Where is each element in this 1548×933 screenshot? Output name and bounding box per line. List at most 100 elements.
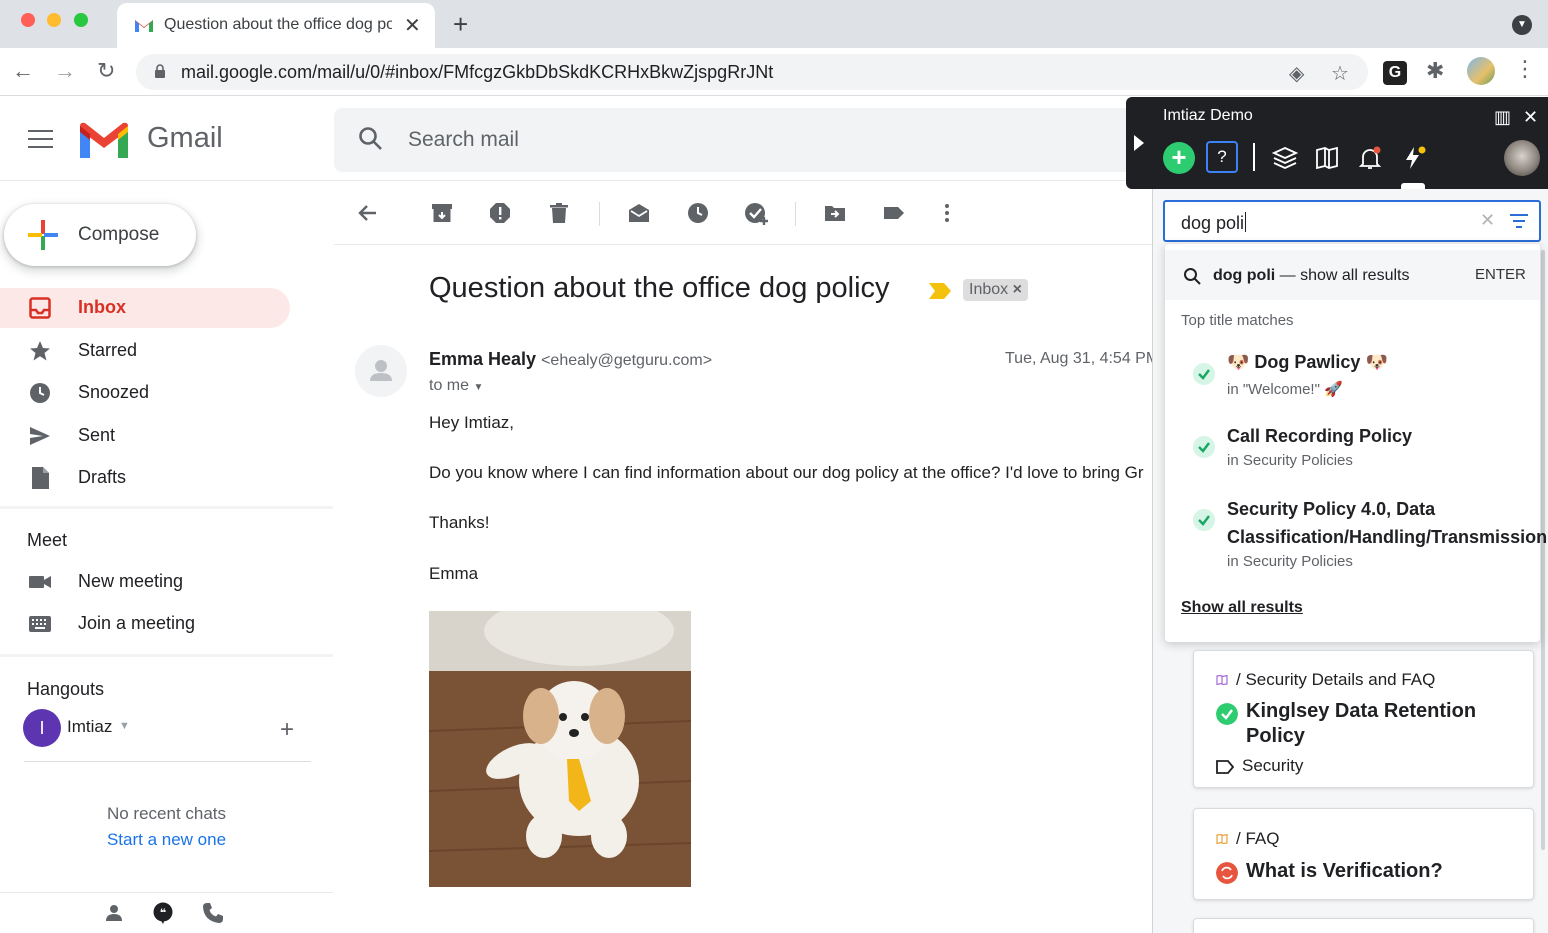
hangouts-heading: Hangouts <box>27 679 105 699</box>
profile-avatar[interactable] <box>1467 57 1495 85</box>
sidebar-item-sent[interactable]: Sent <box>0 416 290 456</box>
new-tab-button[interactable]: + <box>453 9 468 40</box>
tab-search-icon[interactable]: ▼ <box>1512 15 1532 35</box>
report-spam-icon[interactable] <box>488 201 512 225</box>
start-new-chat-link[interactable]: Start a new one <box>0 830 333 850</box>
card-title: What is Verification? <box>1246 860 1443 882</box>
help-button[interactable]: ? <box>1206 141 1238 173</box>
dog-photo-attachment[interactable] <box>429 611 691 887</box>
clear-search-icon[interactable]: ✕ <box>1480 210 1495 231</box>
omnibox[interactable]: mail.google.com/mail/u/0/#inbox/FMfcgzGk… <box>136 54 1368 90</box>
browser-tab[interactable]: Question about the office dog policy ✕ <box>117 3 435 48</box>
verified-check-icon <box>1216 703 1238 725</box>
sidebar-item-drafts[interactable]: Drafts <box>0 458 290 498</box>
collections-stack-icon[interactable] <box>1272 145 1298 171</box>
move-to-icon[interactable] <box>823 201 847 225</box>
knowledge-card[interactable]: / FAQ What is Verification? <box>1193 808 1534 900</box>
recipient-text: to me <box>429 377 470 394</box>
back-icon[interactable]: ← <box>12 58 34 84</box>
sidebar-item-label: Join a meeting <box>78 613 196 633</box>
dog-photo-image <box>429 611 691 887</box>
verified-check-icon <box>1193 436 1215 458</box>
lightning-suggestions-icon[interactable] <box>1400 145 1426 171</box>
verified-check-icon <box>1193 509 1215 531</box>
label-icon[interactable] <box>882 201 906 225</box>
email-body-line: Do you know where I can find information… <box>429 463 1144 482</box>
expand-arrow-icon[interactable] <box>1134 135 1144 151</box>
sidebar-item-join-meeting[interactable]: Join a meeting <box>0 604 290 644</box>
toolbar-separator <box>795 202 796 226</box>
remove-label-icon[interactable]: × <box>1013 281 1022 298</box>
minimize-window-button[interactable] <box>47 13 61 27</box>
back-to-inbox-icon[interactable] <box>356 201 380 225</box>
sidebar-item-starred[interactable]: Starred <box>0 331 290 371</box>
panel-scrollbar[interactable] <box>1541 250 1545 850</box>
knowledge-card[interactable] <box>1193 918 1534 933</box>
maximize-window-button[interactable] <box>74 13 88 27</box>
no-recent-chats-text: No recent chats <box>106 804 227 823</box>
add-to-tasks-icon[interactable] <box>744 201 768 225</box>
search-input[interactable]: Search mail <box>408 128 519 152</box>
sidebar-item-label: Inbox <box>78 297 126 317</box>
extensions-puzzle-icon[interactable]: ✱ <box>1426 58 1444 84</box>
url-text: mail.google.com/mail/u/0/#inbox/FMfcgzGk… <box>181 62 774 82</box>
sender-name[interactable]: Emma Healy <ehealy@getguru.com> <box>429 349 712 370</box>
search-mail-box[interactable]: Search mail <box>334 108 1134 172</box>
notifications-bell-icon[interactable] <box>1357 145 1383 171</box>
collection-book-icon <box>1216 834 1228 844</box>
main-menu-icon[interactable] <box>28 130 53 154</box>
show-all-results-row[interactable]: dog poli — show all results ENTER <box>1165 250 1540 300</box>
sidebar-item-snoozed[interactable]: Snoozed <box>0 373 290 413</box>
create-card-button[interactable]: + <box>1163 142 1195 174</box>
filter-icon[interactable] <box>1510 214 1528 232</box>
compose-button[interactable]: Compose <box>4 204 196 266</box>
chevron-down-icon[interactable]: ▼ <box>473 382 483 393</box>
keyboard-icon <box>29 616 51 632</box>
guru-search-input[interactable]: dog poli ✕ <box>1163 200 1541 242</box>
hangouts-user-avatar[interactable]: I <box>23 709 61 747</box>
inbox-label-chip[interactable]: Inbox × <box>963 279 1028 301</box>
result-title: 🐶 Dog Pawlicy 🐶 <box>1227 352 1388 372</box>
contacts-person-icon[interactable] <box>102 901 126 925</box>
more-options-icon[interactable] <box>935 201 959 225</box>
close-window-button[interactable] <box>21 13 35 27</box>
hangouts-quote-icon[interactable]: ❝ <box>151 901 175 925</box>
email-subject: Question about the office dog policy <box>429 272 890 304</box>
delete-icon[interactable] <box>547 201 571 225</box>
phone-icon[interactable] <box>201 901 225 925</box>
show-all-results-link[interactable]: Show all results <box>1181 599 1303 617</box>
reload-icon[interactable]: ↻ <box>97 58 115 84</box>
result-title-line: Classification/Handling/Transmission <box>1227 527 1548 547</box>
guru-search-text: dog poli <box>1181 212 1247 233</box>
address-bar: ← → ↻ mail.google.com/mail/u/0/#inbox/FM… <box>0 48 1548 96</box>
chevron-down-icon[interactable]: ▼ <box>119 720 130 732</box>
query-text: dog poli — show all results <box>1213 267 1410 284</box>
sidebar-item-new-meeting[interactable]: New meeting <box>0 562 290 602</box>
close-tab-icon[interactable]: ✕ <box>404 13 421 38</box>
tag-icon <box>1216 760 1234 774</box>
dock-panel-icon[interactable]: ▥ <box>1494 107 1511 128</box>
browser-menu-icon[interactable]: ⋮ <box>1514 56 1536 82</box>
archive-icon[interactable] <box>430 201 454 225</box>
compose-plus-icon <box>28 220 58 250</box>
extension-diamond-icon[interactable]: ◈ <box>1289 61 1304 86</box>
header-divider <box>0 180 1150 181</box>
video-camera-icon <box>29 576 51 588</box>
mark-unread-icon[interactable] <box>627 201 651 225</box>
sidebar-item-inbox[interactable]: Inbox <box>0 288 290 328</box>
guru-user-avatar[interactable] <box>1504 140 1540 176</box>
snooze-icon[interactable] <box>686 201 710 225</box>
bookmark-star-icon[interactable]: ☆ <box>1331 61 1349 86</box>
search-icon <box>1184 268 1201 285</box>
knowledge-book-icon[interactable] <box>1314 145 1340 171</box>
sidebar-item-label: Drafts <box>78 467 127 487</box>
recipient-details[interactable]: to me ▼ <box>429 377 483 395</box>
close-panel-icon[interactable]: ✕ <box>1523 107 1538 128</box>
forward-icon[interactable]: → <box>54 58 76 84</box>
grammarly-extension-icon[interactable]: G <box>1383 61 1407 85</box>
importance-marker-icon[interactable] <box>929 283 951 299</box>
hangouts-user-name[interactable]: Imtiaz <box>67 717 112 737</box>
search-icon[interactable] <box>358 126 384 152</box>
knowledge-card[interactable]: / Security Details and FAQ Kinglsey Data… <box>1193 650 1534 788</box>
add-chat-icon[interactable]: + <box>280 716 294 744</box>
